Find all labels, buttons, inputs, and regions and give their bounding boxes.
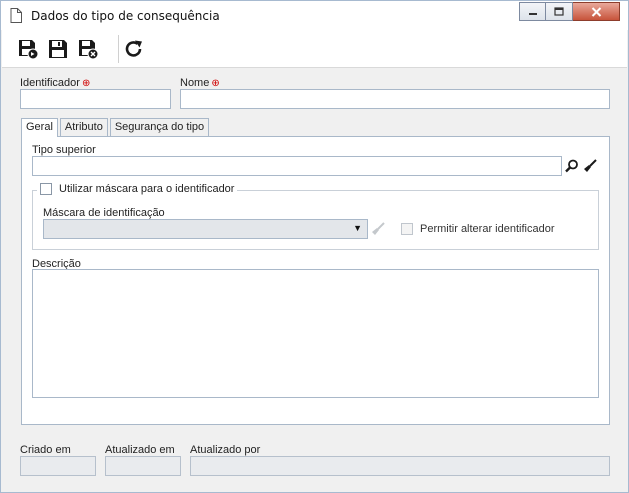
save-close-icon xyxy=(79,40,99,60)
name-label-text: Nome xyxy=(180,77,210,89)
tab-geral[interactable]: Geral xyxy=(21,118,58,137)
mask-select[interactable]: ▼ xyxy=(43,219,368,239)
updated-field xyxy=(105,456,181,476)
required-icon: ⊕ xyxy=(211,78,220,89)
use-mask-legend: Utilizar máscara para o identificador xyxy=(37,183,238,195)
window-controls xyxy=(519,2,620,21)
maximize-button[interactable] xyxy=(546,2,573,21)
use-mask-label: Utilizar máscara para o identificador xyxy=(59,183,235,195)
save-icon xyxy=(49,40,67,58)
eraser-brush-icon xyxy=(584,159,597,172)
save-new-icon xyxy=(19,40,39,60)
toolbar xyxy=(2,30,627,68)
mask-label: Máscara de identificação xyxy=(43,207,165,219)
mask-clear-button xyxy=(369,219,387,239)
parent-type-input[interactable] xyxy=(32,156,562,176)
toolbar-separator xyxy=(118,35,119,63)
updated-label: Atualizado em xyxy=(105,444,175,456)
allow-change-checkbox[interactable] xyxy=(401,223,413,235)
window-title: Dados do tipo de consequência xyxy=(31,9,220,23)
refresh-button[interactable] xyxy=(122,37,146,61)
tab-atributo[interactable]: Atributo xyxy=(59,118,108,136)
close-button[interactable] xyxy=(573,2,620,21)
updated-by-label: Atualizado por xyxy=(190,444,261,456)
updated-by-field xyxy=(190,456,610,476)
maximize-icon xyxy=(554,7,564,16)
close-icon xyxy=(591,6,601,17)
identifier-input[interactable] xyxy=(20,89,171,109)
created-field xyxy=(20,456,96,476)
parent-type-label: Tipo superior xyxy=(32,144,96,156)
title-bar: Dados do tipo de consequência xyxy=(1,1,628,30)
tab-bar: Geral Atributo Segurança do tipo xyxy=(21,118,211,137)
dialog-window: Dados do tipo de consequência Identifica… xyxy=(0,0,629,493)
mask-fieldset: Utilizar máscara para o identificador Má… xyxy=(32,183,599,250)
tab-seguranca-do-tipo[interactable]: Segurança do tipo xyxy=(109,118,210,136)
required-icon: ⊕ xyxy=(81,78,91,89)
clear-button[interactable] xyxy=(581,156,599,176)
search-button[interactable] xyxy=(563,156,581,176)
allow-change-row: Permitir alterar identificador xyxy=(401,223,555,235)
description-textarea[interactable] xyxy=(32,269,599,398)
search-icon xyxy=(565,159,578,173)
allow-change-label: Permitir alterar identificador xyxy=(420,223,555,235)
minimize-icon xyxy=(528,12,537,15)
eraser-brush-icon xyxy=(372,222,385,235)
tab-panel-geral: Tipo superior Utilizar máscara para o id… xyxy=(21,136,610,425)
name-input[interactable] xyxy=(180,89,610,109)
save-close-button[interactable] xyxy=(76,37,100,61)
name-label: Nome ⊕ xyxy=(180,77,220,89)
dropdown-arrow-icon: ▼ xyxy=(353,223,362,233)
refresh-icon xyxy=(125,40,142,57)
identifier-label-text: Identificador xyxy=(20,77,80,89)
identifier-label: Identificador ⊕ xyxy=(20,77,90,89)
use-mask-checkbox[interactable] xyxy=(40,183,52,195)
save-new-button[interactable] xyxy=(16,37,40,61)
document-icon xyxy=(10,8,22,23)
minimize-button[interactable] xyxy=(519,2,546,21)
save-button[interactable] xyxy=(46,37,70,61)
created-label: Criado em xyxy=(20,444,71,456)
